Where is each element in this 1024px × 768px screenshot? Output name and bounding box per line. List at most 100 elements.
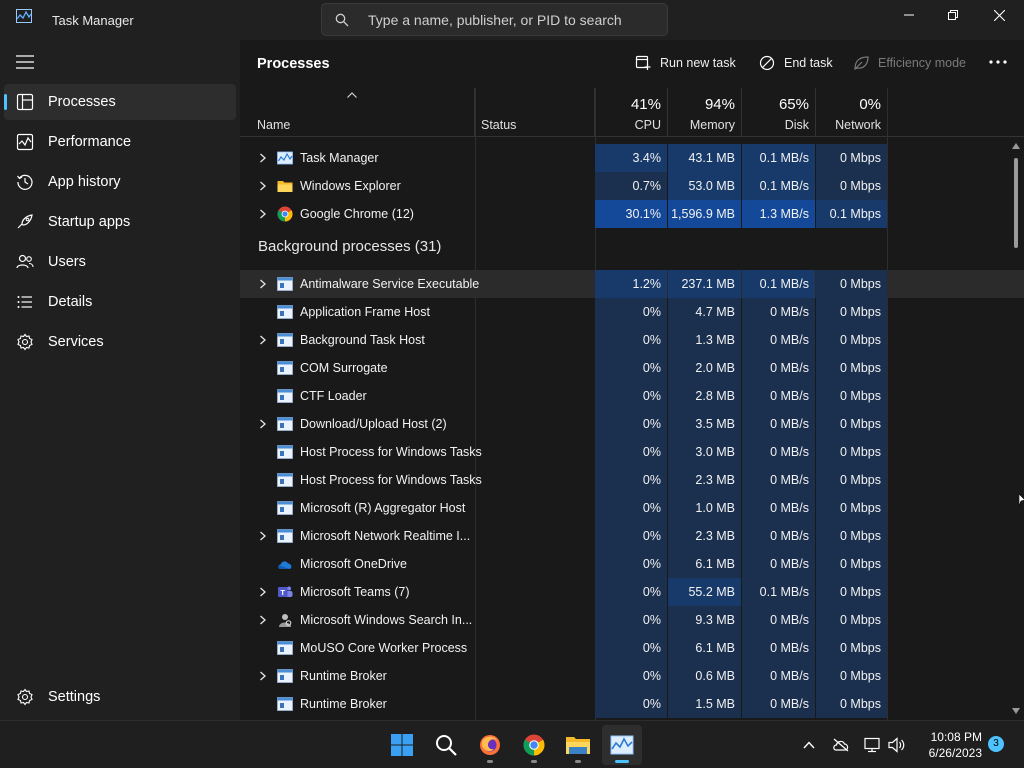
table-row[interactable]: COM Surrogate 0% 2.0 MB 0 MB/s 0 Mbps (240, 354, 1024, 382)
chevron-right-icon[interactable] (259, 419, 267, 429)
table-row[interactable]: MoUSO Core Worker Process 0% 6.1 MB 0 MB/s 0… (240, 634, 1024, 662)
run-new-task-label: Run new task (660, 56, 736, 70)
taskbar-search-button[interactable] (426, 725, 466, 765)
table-row[interactable]: Google Chrome (12) 30.1% 1,596.9 MB 1.3 MB/… (240, 200, 1024, 228)
sidebar-item-services[interactable]: Services (4, 324, 236, 360)
chevron-right-icon[interactable] (259, 279, 267, 289)
chevron-right-icon[interactable] (259, 671, 267, 681)
sidebar-item-users[interactable]: Users (4, 244, 236, 280)
memory-value: 0.6 MB (668, 662, 741, 690)
network-value: 0 Mbps (816, 606, 887, 634)
table-row[interactable]: Download/Upload Host (2) 0% 3.5 MB 0 MB/s 0 … (240, 410, 1024, 438)
chevron-right-icon[interactable] (259, 209, 267, 219)
table-row[interactable]: Microsoft Windows Search In... 0% 9.3 MB 0 … (240, 606, 1024, 634)
process-name: Microsoft Network Realtime I... (300, 529, 471, 543)
process-name: Microsoft Teams (7) (300, 585, 410, 599)
taskbar-chrome[interactable] (514, 725, 554, 765)
scroll-down-arrow-icon[interactable] (1012, 708, 1020, 714)
table-row[interactable]: Runtime Broker 0% 1.5 MB 0 MB/s 0 Mbps (240, 690, 1024, 718)
process-name: Host Process for Windows Tasks (300, 445, 482, 459)
cpu-value: 0% (595, 634, 667, 662)
sidebar-item-settings[interactable]: Settings (4, 679, 236, 715)
taskbar-file-explorer[interactable] (558, 725, 598, 765)
maximize-button[interactable] (930, 0, 976, 30)
column-header-network[interactable]: 0% Network (816, 88, 888, 137)
tray-overflow-button[interactable] (799, 735, 819, 755)
sidebar-item-label: Processes (48, 94, 116, 110)
run-new-task-button[interactable]: Run new task (635, 53, 736, 73)
process-name: Runtime Broker (300, 697, 387, 711)
search-input[interactable] (368, 10, 658, 30)
table-row[interactable]: T Microsoft Teams (7) 0% 55.2 MB 0.1 MB/s 0 M… (240, 578, 1024, 606)
disk-value: 1.3 MB/s (742, 200, 815, 228)
chevron-right-icon[interactable] (259, 335, 267, 345)
table-row[interactable]: CTF Loader 0% 2.8 MB 0 MB/s 0 Mbps (240, 382, 1024, 410)
table-row[interactable]: Task Manager 3.4% 43.1 MB 0.1 MB/s 0 Mbps (240, 144, 1024, 172)
notification-badge[interactable]: 3 (988, 736, 1004, 752)
disk-value: 0 MB/s (742, 382, 815, 410)
minimize-button[interactable] (886, 0, 932, 30)
column-header-disk[interactable]: 65% Disk (742, 88, 816, 137)
column-header-status[interactable]: Status (475, 88, 595, 137)
chevron-right-icon[interactable] (259, 181, 267, 191)
table-row[interactable]: Antimalware Service Executable 1.2% 237.1 … (240, 270, 1024, 298)
scrollbar-thumb[interactable] (1014, 158, 1018, 248)
disk-value: 0 MB/s (742, 438, 815, 466)
sidebar-item-startup-apps[interactable]: Startup apps (4, 204, 236, 240)
network-value: 0 Mbps (816, 144, 887, 172)
tray-onedrive[interactable] (831, 735, 851, 755)
taskbar-task-manager[interactable] (602, 725, 642, 765)
chevron-right-icon[interactable] (259, 153, 267, 163)
column-header-memory[interactable]: 94% Memory (668, 88, 742, 137)
chevron-right-icon[interactable] (259, 587, 267, 597)
hamburger-menu-icon[interactable] (16, 55, 34, 69)
network-total-percent: 0% (859, 96, 881, 113)
chevron-right-icon[interactable] (259, 531, 267, 541)
network-value: 0 Mbps (816, 494, 887, 522)
cpu-value: 3.4% (595, 144, 667, 172)
title-bar: Task Manager (0, 0, 1024, 40)
chevron-right-icon[interactable] (259, 615, 267, 625)
end-task-button[interactable]: End task (759, 53, 833, 73)
sidebar-item-processes[interactable]: Processes (4, 84, 236, 120)
taskbar-start-button[interactable] (382, 725, 422, 765)
close-button[interactable] (976, 0, 1022, 30)
cpu-value: 0% (595, 662, 667, 690)
cpu-value: 0% (595, 382, 667, 410)
service-icon (277, 360, 293, 376)
table-row[interactable]: Runtime Broker 0% 0.6 MB 0 MB/s 0 Mbps (240, 662, 1024, 690)
scroll-up-arrow-icon[interactable] (1012, 143, 1020, 149)
table-row[interactable]: Microsoft OneDrive 0% 6.1 MB 0 MB/s 0 Mbps (240, 550, 1024, 578)
more-options-icon[interactable] (988, 54, 1008, 70)
service-icon (277, 472, 293, 488)
memory-value: 3.0 MB (668, 438, 741, 466)
table-row[interactable]: Host Process for Windows Tasks 0% 2.3 MB 0 … (240, 466, 1024, 494)
column-header-cpu[interactable]: 41% CPU (595, 88, 668, 137)
taskbar-clock[interactable]: 10:08 PM 6/26/2023 (912, 729, 982, 761)
users-icon (16, 254, 34, 269)
table-row[interactable]: Background Task Host 0% 1.3 MB 0 MB/s 0 Mbps (240, 326, 1024, 354)
settings-gear-icon (17, 688, 33, 706)
table-row[interactable]: Host Process for Windows Tasks 0% 3.0 MB 0 … (240, 438, 1024, 466)
sidebar-item-performance[interactable]: Performance (4, 124, 236, 160)
cpu-total-percent: 41% (630, 96, 661, 113)
network-value: 0 Mbps (816, 354, 887, 382)
table-row[interactable]: Windows Explorer 0.7% 53.0 MB 0.1 MB/s 0 Mbp… (240, 172, 1024, 200)
minimize-icon (904, 14, 914, 16)
search-box[interactable] (321, 3, 668, 36)
taskbar-firefox[interactable] (470, 725, 510, 765)
efficiency-mode-button[interactable]: Efficiency mode (853, 53, 966, 73)
tray-network[interactable] (862, 735, 882, 755)
service-icon (277, 304, 293, 320)
network-value: 0 Mbps (816, 578, 887, 606)
cpu-value: 0% (595, 326, 667, 354)
sidebar-item-details[interactable]: Details (4, 284, 236, 320)
table-row[interactable]: Microsoft Network Realtime I... 0% 2.3 MB 0… (240, 522, 1024, 550)
sidebar-item-label: App history (48, 174, 121, 190)
column-header-name[interactable]: Name (240, 88, 475, 137)
table-row[interactable]: Application Frame Host 0% 4.7 MB 0 MB/s 0 Mb… (240, 298, 1024, 326)
service-icon (277, 640, 293, 656)
tray-volume[interactable] (887, 735, 907, 755)
sidebar-item-app-history[interactable]: App history (4, 164, 236, 200)
table-row[interactable]: Microsoft (R) Aggregator Host 0% 1.0 MB 0 M… (240, 494, 1024, 522)
